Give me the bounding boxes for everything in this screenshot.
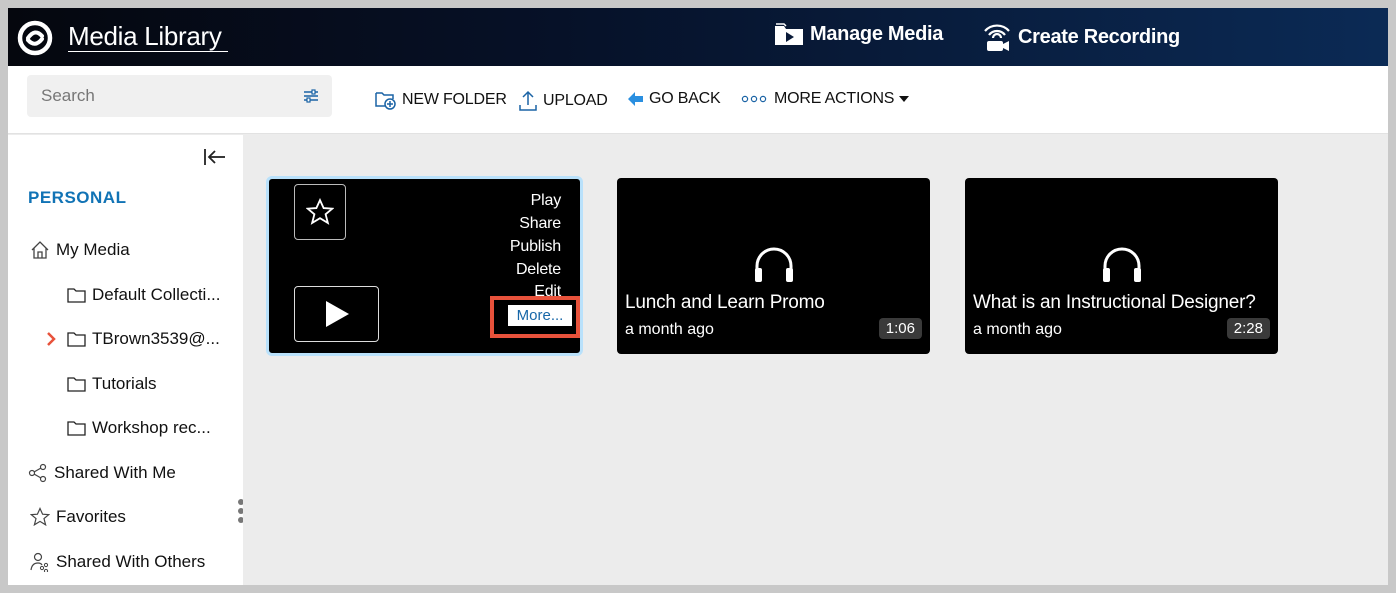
sidebar-folder-tutorials[interactable]: Tutorials xyxy=(66,374,157,394)
arrow-left-icon xyxy=(628,92,643,106)
play-button[interactable] xyxy=(294,286,379,342)
folder-label: Default Collecti... xyxy=(92,285,221,304)
more-highlight-box: More... xyxy=(490,296,580,338)
folder-icon xyxy=(66,420,86,436)
upload-label: UPLOAD xyxy=(543,92,608,109)
media-grid: Play Share Publish Delete Edit More... L… xyxy=(243,135,1388,585)
media-folder-icon xyxy=(775,23,803,45)
sidebar-item-shared-with-others[interactable]: Shared With Others xyxy=(30,552,205,572)
caret-down-icon xyxy=(899,96,910,102)
section-personal-title: PERSONAL xyxy=(28,188,127,207)
sidebar-item-label: Shared With Others xyxy=(56,552,206,571)
go-back-button[interactable]: GO BACK xyxy=(628,90,721,108)
filter-sliders-icon[interactable] xyxy=(302,88,320,104)
collapse-sidebar-icon[interactable] xyxy=(203,147,227,167)
app-frame: Media Library Manage Media Create Record… xyxy=(8,8,1388,585)
sidebar-folder-default-collection[interactable]: Default Collecti... xyxy=(66,285,221,305)
top-bar: Media Library Manage Media Create Record… xyxy=(8,8,1388,66)
more-actions-label: MORE ACTIONS xyxy=(774,90,895,107)
sidebar: PERSONAL My Media Default Collecti... TB… xyxy=(8,135,243,585)
media-title[interactable]: What is an Instructional Designer? xyxy=(973,292,1256,314)
star-icon xyxy=(306,198,334,225)
more-actions-button[interactable]: MORE ACTIONS xyxy=(741,90,910,108)
shared-user-icon xyxy=(30,552,50,572)
share-icon xyxy=(28,463,48,483)
sidebar-item-label: Shared With Me xyxy=(54,463,176,482)
manage-media-label: Manage Media xyxy=(810,22,944,45)
folder-label: Workshop rec... xyxy=(92,418,211,437)
favorite-button[interactable] xyxy=(294,184,346,240)
folder-label: TBrown3539@... xyxy=(92,329,220,348)
sidebar-folder-tbrown[interactable]: TBrown3539@... xyxy=(66,329,220,349)
duration-badge: 2:28 xyxy=(1226,318,1270,339)
sidebar-item-favorites[interactable]: Favorites xyxy=(30,507,126,527)
sidebar-item-shared-with-me[interactable]: Shared With Me xyxy=(28,463,176,483)
go-back-label: GO BACK xyxy=(649,90,721,107)
ellipsis-icon xyxy=(741,95,767,103)
upload-button[interactable]: UPLOAD xyxy=(518,90,608,112)
create-recording-label: Create Recording xyxy=(1018,25,1180,48)
media-date: a month ago xyxy=(973,321,1062,338)
media-card-selected[interactable]: Play Share Publish Delete Edit More... xyxy=(266,176,583,356)
sidebar-item-my-media[interactable]: My Media xyxy=(30,240,130,260)
folder-icon xyxy=(66,376,86,392)
app-title[interactable]: Media Library xyxy=(68,21,228,52)
menu-play[interactable]: Play xyxy=(531,192,562,210)
duration-badge: 1:06 xyxy=(878,318,922,339)
sidebar-item-label: Favorites xyxy=(56,507,126,526)
folder-icon xyxy=(66,287,86,303)
new-folder-button[interactable]: NEW FOLDER xyxy=(375,90,507,110)
logo-icon xyxy=(17,20,53,56)
folder-label: Tutorials xyxy=(92,374,157,393)
menu-publish[interactable]: Publish xyxy=(510,238,561,256)
menu-more[interactable]: More... xyxy=(508,305,572,326)
media-title[interactable]: Lunch and Learn Promo xyxy=(625,292,825,314)
headphones-icon xyxy=(754,247,793,282)
chevron-right-icon[interactable] xyxy=(46,332,56,346)
new-folder-icon xyxy=(375,92,396,110)
media-card[interactable]: What is an Instructional Designer? a mon… xyxy=(965,178,1278,354)
recording-camera-icon xyxy=(984,24,1010,51)
home-icon xyxy=(30,240,50,260)
headphones-icon xyxy=(1102,247,1141,282)
create-recording-button[interactable]: Create Recording xyxy=(982,22,1180,52)
sidebar-folder-workshop[interactable]: Workshop rec... xyxy=(66,418,211,438)
sidebar-item-label: My Media xyxy=(56,240,130,259)
manage-media-button[interactable]: Manage Media xyxy=(774,22,943,46)
media-date: a month ago xyxy=(625,321,714,338)
menu-share[interactable]: Share xyxy=(519,215,561,233)
media-card[interactable]: Lunch and Learn Promo a month ago 1:06 xyxy=(617,178,930,354)
upload-icon xyxy=(519,90,537,111)
folder-icon xyxy=(66,331,86,347)
toolbar: NEW FOLDER UPLOAD GO BACK MORE ACTIONS xyxy=(8,66,1388,134)
search-input[interactable] xyxy=(41,86,291,106)
menu-delete[interactable]: Delete xyxy=(516,261,561,279)
new-folder-label: NEW FOLDER xyxy=(402,91,507,108)
search-box xyxy=(27,75,332,117)
play-icon xyxy=(325,301,349,327)
star-icon xyxy=(30,507,50,527)
